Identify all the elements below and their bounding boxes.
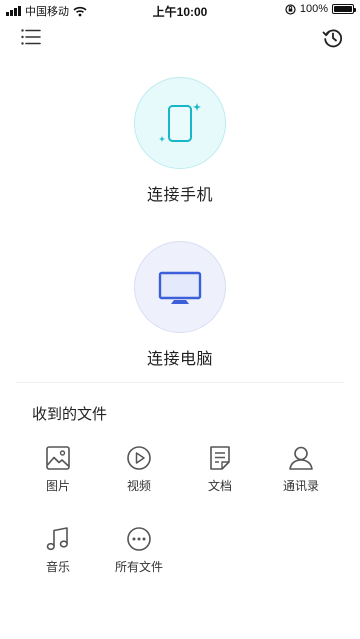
- battery-level: [334, 6, 352, 12]
- file-category-documents[interactable]: 文档: [180, 443, 260, 494]
- history-icon[interactable]: [322, 27, 344, 49]
- file-category-label: 文档: [207, 479, 232, 493]
- file-category-label: 图片: [45, 479, 70, 493]
- file-category-label: 通讯录: [282, 479, 319, 493]
- file-category-videos[interactable]: 视频: [99, 443, 179, 494]
- file-category-label: 视频: [126, 479, 151, 493]
- music-icon: [46, 527, 68, 551]
- phone-circle: [134, 77, 226, 169]
- connect-pc-button[interactable]: 连接电脑: [0, 241, 360, 369]
- file-category-label: 音乐: [45, 560, 70, 574]
- document-icon: [210, 446, 230, 470]
- connect-phone-label: 连接手机: [146, 187, 213, 204]
- connect-phone-button[interactable]: 连接手机: [0, 77, 360, 205]
- play-icon: [127, 446, 151, 470]
- connect-pc-label: 连接电脑: [146, 351, 213, 368]
- battery-percent: 100%: [299, 3, 328, 15]
- file-category-label: 所有文件: [114, 560, 163, 574]
- file-category-images[interactable]: 图片: [18, 443, 98, 494]
- monitor-icon: [158, 271, 202, 304]
- more-icon: [127, 527, 151, 551]
- phone-icon: [159, 103, 201, 142]
- status-right: 100%: [285, 3, 356, 15]
- status-bar: 中国移动 上午10:00 100%: [0, 0, 360, 20]
- battery-icon: [332, 4, 356, 14]
- list-icon[interactable]: [21, 28, 41, 46]
- file-category-music[interactable]: 音乐: [18, 524, 98, 575]
- received-files-title: 收到的文件: [32, 406, 108, 423]
- orientation-lock-icon: [285, 3, 296, 15]
- contact-icon: [289, 446, 313, 470]
- section-divider: [16, 382, 344, 383]
- file-category-contacts[interactable]: 通讯录: [261, 443, 341, 494]
- pc-circle: [134, 241, 226, 333]
- file-category-all[interactable]: 所有文件: [99, 524, 179, 575]
- image-icon: [46, 446, 70, 470]
